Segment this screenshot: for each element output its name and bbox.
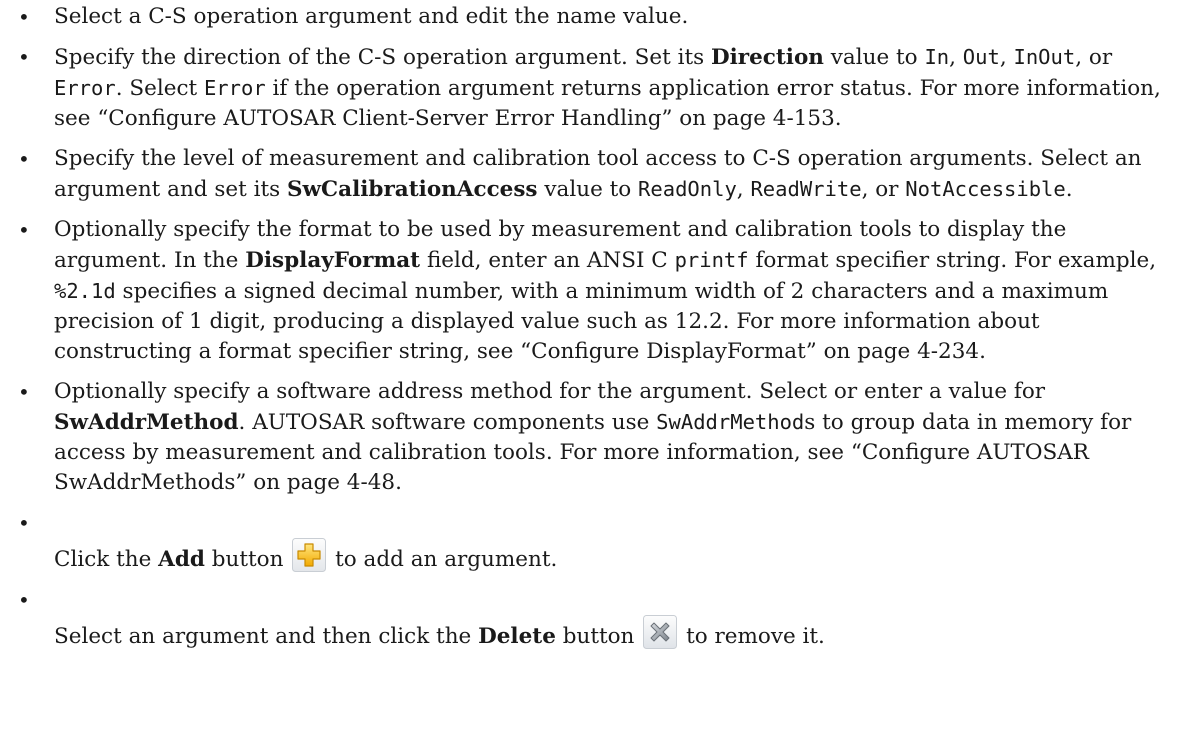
bullet-marker: • xyxy=(18,147,30,171)
bold-term: Direction xyxy=(710,45,824,70)
code-term: printf xyxy=(674,248,749,272)
add-item-text-pre: Click the xyxy=(54,547,159,572)
code-term: NotAccessible xyxy=(905,177,1066,201)
bold-term: SwCalibrationAccess xyxy=(287,177,538,202)
bullet-marker: • xyxy=(18,380,30,404)
delete-item-text-mid: button xyxy=(555,624,642,649)
text-run: , or xyxy=(1075,45,1113,70)
bullet-marker: • xyxy=(18,511,30,535)
text-run: value to xyxy=(537,177,639,202)
delete-label: Delete xyxy=(478,624,556,649)
list-item: • Specify the level of measurement and ca… xyxy=(14,144,1174,205)
bullet-marker: • xyxy=(18,45,30,69)
list-item: • Select a C-S operation argument and edi… xyxy=(14,2,1174,32)
code-term: SwAddrMethod xyxy=(656,410,805,434)
list-item: • Optionally specify the format to be use… xyxy=(14,215,1174,367)
text-run: , xyxy=(949,45,963,70)
text-run: , xyxy=(736,177,751,202)
code-term: Error xyxy=(54,76,116,100)
delete-argument-item: • Select an argument and then click the … xyxy=(14,585,1174,652)
text-run: Optionally specify a software address me… xyxy=(54,379,1046,404)
code-term: InOut xyxy=(1013,45,1076,69)
add-label: Add xyxy=(158,547,205,572)
code-term: Out xyxy=(962,45,1000,69)
code-term: Error xyxy=(203,76,266,100)
code-term: %2.1d xyxy=(54,279,116,303)
bullet-marker: • xyxy=(18,5,30,29)
delete-item-text-pre: Select an argument and then click the xyxy=(54,624,479,649)
add-item-text-mid: button xyxy=(204,547,291,572)
add-icon[interactable] xyxy=(292,538,327,572)
add-argument-item: • Click the Add button to add an argumen… xyxy=(14,508,1174,575)
bold-term: DisplayFormat xyxy=(245,248,421,273)
text-run: , xyxy=(999,45,1014,70)
instruction-list: • Select a C-S operation argument and edi… xyxy=(14,2,1174,662)
text-run: , or xyxy=(861,177,906,202)
bullet-marker: • xyxy=(18,588,30,612)
bullet-marker: • xyxy=(18,218,30,242)
text-run: . AUTOSAR software components use xyxy=(238,410,657,435)
add-item-text-post: to add an argument. xyxy=(328,547,558,572)
bold-term: SwAddrMethod xyxy=(54,410,239,435)
text-run: specifies a signed decimal number, with … xyxy=(54,279,1109,364)
text-run: Specify the direction of the C-S operati… xyxy=(54,45,711,70)
code-term: In xyxy=(924,45,950,69)
code-term: ReadOnly xyxy=(638,177,737,201)
delete-icon[interactable] xyxy=(643,615,678,649)
delete-item-text-post: to remove it. xyxy=(679,624,825,649)
text-run: value to xyxy=(823,45,925,70)
text-run: field, enter an ANSI C xyxy=(420,248,675,273)
text-run: Select a C-S operation argument and edit… xyxy=(54,4,689,29)
text-run: . xyxy=(1065,177,1073,202)
text-run: format specifier string. For example, xyxy=(748,248,1157,273)
list-item: • Optionally specify a software address m… xyxy=(14,377,1174,498)
list-item: • Specify the direction of the C-S operat… xyxy=(14,42,1174,134)
code-term: ReadWrite xyxy=(750,177,862,201)
text-run: . Select xyxy=(115,76,204,101)
